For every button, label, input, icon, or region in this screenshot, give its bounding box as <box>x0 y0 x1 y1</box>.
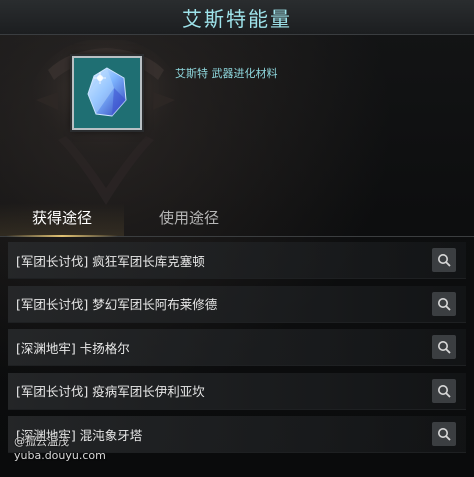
search-button[interactable] <box>432 248 456 272</box>
item-title: 艾斯特能量 <box>182 6 292 31</box>
title-bar: 艾斯特能量 <box>0 0 474 35</box>
item-icon-slot[interactable] <box>72 56 142 130</box>
search-icon <box>438 384 451 398</box>
tab-obtain[interactable]: 获得途径 <box>0 203 124 237</box>
search-icon <box>438 428 451 441</box>
search-button[interactable] <box>432 422 456 446</box>
item-type-label: 艾斯特 武器进化材料 <box>175 67 278 80</box>
source-label: [军团长讨伐] 疯狂军团长库克塞顿 <box>16 253 205 269</box>
watermark-author: @孤云温茂 <box>14 435 69 448</box>
source-row[interactable]: [军团长讨伐] 梦幻军团长阿布莱修德 <box>8 285 466 323</box>
tab-usage[interactable]: 使用途径 <box>130 203 248 236</box>
source-label: [军团长讨伐] 疫病军团长伊利亚坎 <box>16 384 205 399</box>
blue-crystal-icon <box>87 67 127 117</box>
search-icon <box>438 254 451 267</box>
source-row[interactable]: [军团长讨伐] 疫病军团长伊利亚坎 <box>8 372 466 410</box>
search-icon <box>438 297 451 311</box>
search-button[interactable] <box>432 291 456 316</box>
watermark-site: yuba.douyu.com <box>14 449 106 462</box>
search-button[interactable] <box>432 335 456 359</box>
tab-bar: 获得途径 使用途径 <box>0 203 474 237</box>
watermark: @孤云温茂 yuba.douyu.com <box>14 435 106 463</box>
source-row[interactable]: [深渊地牢] 卡扬格尔 <box>8 329 466 366</box>
search-button[interactable] <box>432 378 456 403</box>
search-icon <box>438 341 451 354</box>
source-label: [军团长讨伐] 梦幻军团长阿布莱修德 <box>16 297 218 312</box>
item-detail-panel: 艾斯特能量 艾斯特 武器进化材料 获得途径 使用途径 [军团长讨伐] 疯狂军团长… <box>0 0 474 477</box>
source-row[interactable]: [军团长讨伐] 疯狂军团长库克塞顿 <box>8 242 466 279</box>
source-label: [深渊地牢] 卡扬格尔 <box>16 340 130 356</box>
source-list: [军团长讨伐] 疯狂军团长库克塞顿 [军团长讨伐] 梦幻军团长阿布莱修德 [深渊… <box>8 242 466 460</box>
